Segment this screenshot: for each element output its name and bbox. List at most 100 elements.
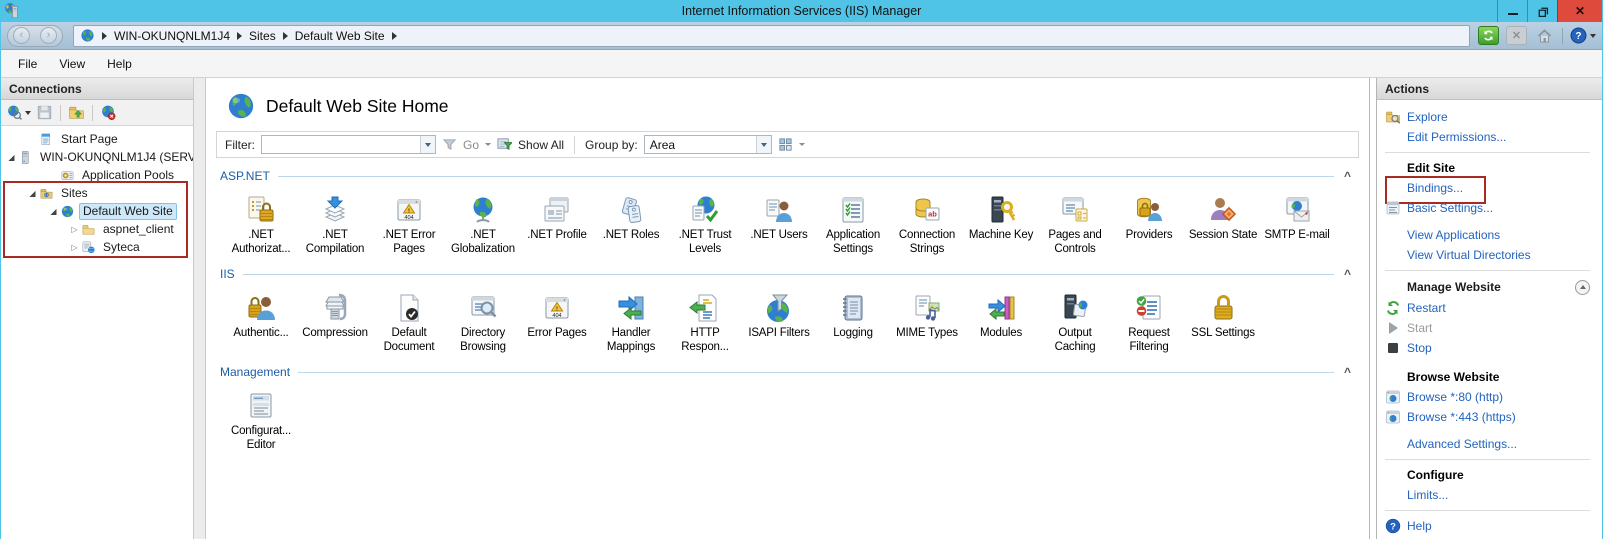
tree-expander-icon[interactable]: ▷ [68,243,81,252]
actions-list: ExploreEdit Permissions...Edit SiteBindi… [1377,100,1602,536]
feature-configurat-editor[interactable]: Configurat... Editor [224,385,298,452]
action-edit-permissions[interactable]: Edit Permissions... [1385,127,1598,147]
menu-file[interactable]: File [9,53,46,75]
forward-button[interactable]: › [40,27,57,44]
home-button[interactable] [1534,26,1555,45]
action-view-virtual-directories[interactable]: View Virtual Directories [1385,245,1598,265]
feature-output-caching[interactable]: Output Caching [1038,287,1112,354]
breadcrumb[interactable]: WIN-OKUNQNLM1J4 Sites Default Web Site [73,25,1470,47]
breadcrumb-server[interactable]: WIN-OKUNQNLM1J4 [114,29,230,43]
feature-directory-browsing[interactable]: Directory Browsing [446,287,520,354]
tree-item-sites[interactable]: ◢Sites [1,184,193,202]
feature-net-globalization[interactable]: .NET Globalization [446,189,520,256]
minimize-button[interactable] [1497,0,1527,22]
group-by-select[interactable]: Area [644,135,772,154]
action-bindings[interactable]: Bindings... [1385,178,1598,198]
breadcrumb-arrow-icon [237,32,242,40]
up-level-button[interactable] [68,104,85,121]
action-limits[interactable]: Limits... [1385,485,1598,505]
show-all-button[interactable]: Show All [518,138,564,152]
tree-item-start-page[interactable]: Start Page [1,130,193,148]
feature-modules[interactable]: Modules [964,287,1038,354]
actions-group-manage-website: Manage Website [1385,276,1598,298]
group-by-dropdown-button[interactable] [756,136,771,153]
tree-item-aspnet-client[interactable]: ▷aspnet_client [1,220,193,238]
action-browse-80-http[interactable]: Browse *:80 (http) [1385,387,1598,407]
feature-label: Output Caching [1038,327,1112,354]
save-connections-button[interactable] [36,104,53,121]
feature-request-filtering[interactable]: Request Filtering [1112,287,1186,354]
feature-label: MIME Types [890,327,964,341]
refresh-button[interactable] [1478,26,1499,45]
action-view-applications[interactable]: View Applications [1385,225,1598,245]
stop-button[interactable]: ✕ [1506,26,1527,45]
action-basic-settings[interactable]: Basic Settings... [1385,198,1598,218]
tree-expander-icon[interactable]: ◢ [47,207,60,216]
feature-isapi-filters[interactable]: ISAPI Filters [742,287,816,354]
feature-logging[interactable]: Logging [816,287,890,354]
delete-connection-button[interactable] [100,104,117,121]
feature-net-profile[interactable]: .NET Profile [520,189,594,256]
start-page-icon [39,132,54,147]
menu-view[interactable]: View [50,53,94,75]
action-advanced-settings[interactable]: Advanced Settings... [1385,434,1598,454]
tree-item-application-pools[interactable]: Application Pools [1,166,193,184]
actions-splitter[interactable] [1369,78,1377,539]
view-layout-button[interactable] [778,137,793,152]
feature-session-state[interactable]: Session State [1186,189,1260,256]
feature-net-users[interactable]: .NET Users [742,189,816,256]
feature-handler-mappings[interactable]: Handler Mappings [594,287,668,354]
section-collapse-chevron-icon[interactable]: ^ [1344,368,1351,376]
tree-expander-icon[interactable]: ◢ [5,153,18,162]
panel-splitter[interactable] [193,78,206,539]
tree-expander-icon[interactable]: ◢ [26,189,39,198]
feature-net-compilation[interactable]: .NET Compilation [298,189,372,256]
feature-connection-strings[interactable]: abConnection Strings [890,189,964,256]
feature-ssl-settings[interactable]: SSL Settings [1186,287,1260,354]
feature-pages-and-controls[interactable]: Pages and Controls [1038,189,1112,256]
go-button[interactable]: Go [463,138,479,152]
feature-net-trust-levels[interactable]: .NET Trust Levels [668,189,742,256]
feature-http-respon[interactable]: HTTP Respon... [668,287,742,354]
section-collapse-chevron-icon[interactable]: ^ [1344,270,1351,278]
back-button[interactable]: ‹ [13,27,30,44]
feature-error-pages[interactable]: !404Error Pages [520,287,594,354]
action-restart[interactable]: Restart [1385,298,1598,318]
feature-providers[interactable]: Providers [1112,189,1186,256]
create-connection-button[interactable] [6,104,31,121]
action-stop[interactable]: Stop [1385,338,1598,358]
section-collapse-chevron-icon[interactable]: ^ [1344,172,1351,180]
action-label: View Virtual Directories [1407,248,1531,262]
feature-machine-key[interactable]: Machine Key [964,189,1038,256]
tree-expander-icon[interactable]: ▷ [68,225,81,234]
feature-smtp-e-mail[interactable]: SMTP E-mail [1260,189,1334,256]
tree-item-win-okunqnlm1j4-server[interactable]: ◢WIN-OKUNQNLM1J4 (SERVER [1,148,193,166]
actions-header: Actions [1377,78,1602,100]
filter-dropdown-button[interactable] [420,136,435,153]
action-start[interactable]: Start [1385,318,1598,338]
feature-net-roles[interactable]: .NET Roles [594,189,668,256]
feature-mime-types[interactable]: MIME Types [890,287,964,354]
breadcrumb-sites[interactable]: Sites [249,29,276,43]
action-help[interactable]: ?Help [1385,516,1598,536]
feature-label: Logging [816,327,890,341]
feature-authentic[interactable]: Authentic... [224,287,298,354]
filter-input[interactable] [261,135,436,154]
feature-default-document[interactable]: Default Document [372,287,446,354]
feature-label: HTTP Respon... [668,327,742,354]
breadcrumb-default-web-site[interactable]: Default Web Site [295,29,385,43]
feature-compression[interactable]: Compression [298,287,372,354]
tree-item-default-web-site[interactable]: ◢Default Web Site [1,202,193,220]
chevron-up-icon [1580,285,1586,289]
feature-application-settings[interactable]: Application Settings [816,189,890,256]
menu-help[interactable]: Help [98,53,141,75]
tree-item-syteca[interactable]: ▷Syteca [1,238,193,256]
close-button[interactable]: ✕ [1557,0,1602,22]
restore-button[interactable] [1527,0,1557,22]
help-button[interactable]: ? [1570,27,1596,44]
feature-net-error-pages[interactable]: !404.NET Error Pages [372,189,446,256]
feature-net-authorizat[interactable]: .NET Authorizat... [224,189,298,256]
collapse-button[interactable] [1575,280,1590,295]
action-explore[interactable]: Explore [1385,107,1598,127]
action-browse-443-https[interactable]: Browse *:443 (https) [1385,407,1598,427]
